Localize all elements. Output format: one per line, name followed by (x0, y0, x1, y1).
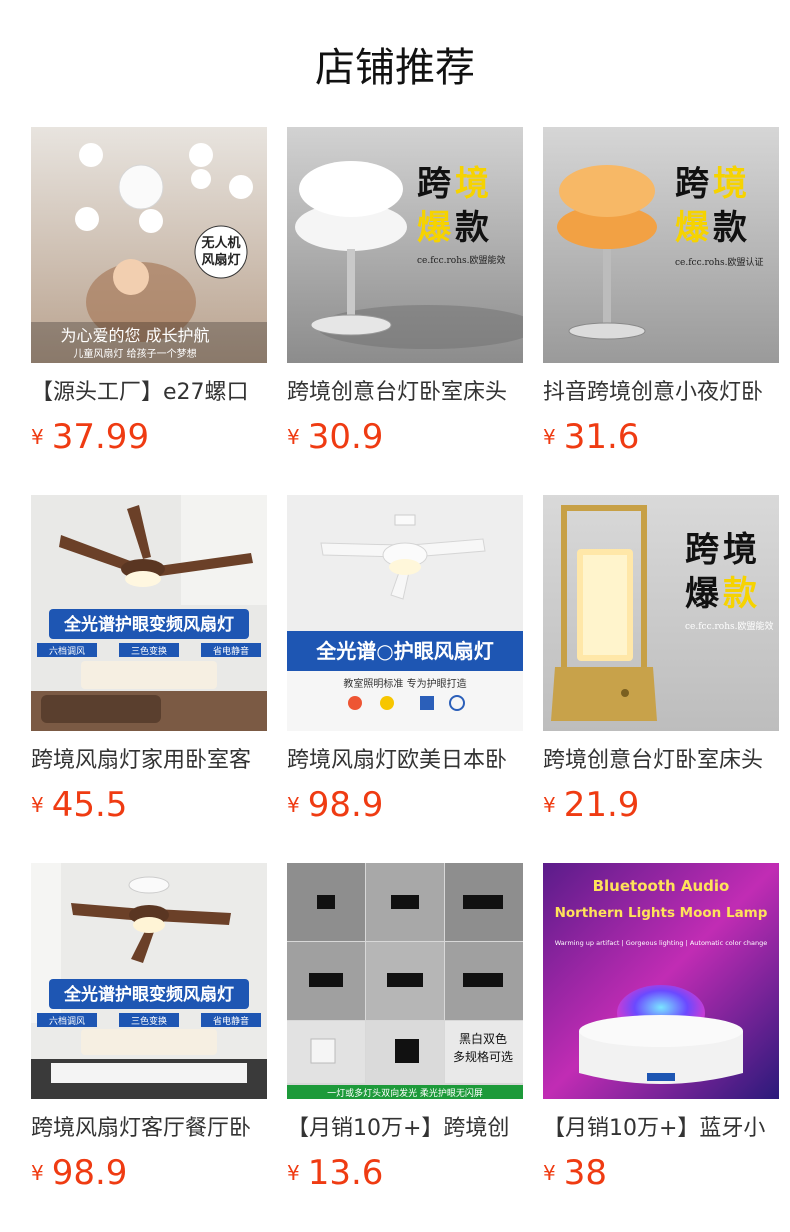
price-amount: 37.99 (51, 417, 150, 457)
svg-text:六档调风: 六档调风 (49, 645, 85, 657)
product-price: ¥31.6 (543, 417, 639, 461)
currency-symbol: ¥ (543, 1161, 556, 1185)
svg-text:ce.fcc.rohs.欧盟认证: ce.fcc.rohs.欧盟认证 (675, 256, 764, 268)
wall-lights-grid-image: 黑白双色 多规格可选 一灯或多灯头双向发光 柔光护眼无闪屏 (287, 863, 523, 1099)
svg-text:三色变换: 三色变换 (131, 1015, 167, 1027)
svg-text:款: 款 (455, 208, 489, 248)
white-table-lamp-image: 跨 境 爆 款 ce.fcc.rohs.欧盟能效 (287, 127, 523, 363)
product-name[interactable]: 【月销10万+】跨境创 (287, 1113, 523, 1145)
svg-text:全光谱护眼变频风扇灯: 全光谱护眼变频风扇灯 (63, 614, 234, 635)
svg-text:为心爱的您 成长护航: 为心爱的您 成长护航 (60, 326, 209, 345)
bedroom-ceiling-fan-image: 全光谱护眼变频风扇灯 六档调风 三色变换 省电静音 (31, 863, 267, 1099)
product-card[interactable]: 跨 境 爆 款 ce.fcc.rohs.欧盟能效 跨境创意台灯卧室床头 ¥30.… (287, 127, 523, 467)
svg-text:多规格可选: 多规格可选 (453, 1049, 513, 1064)
brown-ceiling-fan-image: 全光谱护眼变频风扇灯 六档调风 三色变换 省电静音 (31, 495, 267, 731)
product-card[interactable]: 无人机 风扇灯 为心爱的您 成长护航 儿童风扇灯 给孩子一个梦想 【源头工厂】e… (31, 127, 267, 467)
drone-fan-lamp-image: 无人机 风扇灯 为心爱的您 成长护航 儿童风扇灯 给孩子一个梦想 (31, 127, 267, 363)
product-price: ¥98.9 (31, 1153, 127, 1197)
product-card[interactable]: 全光谱护眼变频风扇灯 六档调风 三色变换 省电静音 跨境风扇灯客厅餐厅卧 ¥98… (31, 863, 267, 1203)
svg-text:三色变换: 三色变换 (131, 645, 167, 657)
product-image[interactable]: 全光谱护眼变频风扇灯 六档调风 三色变换 省电静音 (31, 863, 267, 1099)
svg-text:款: 款 (723, 574, 757, 614)
product-card[interactable]: 全光谱护眼变频风扇灯 六档调风 三色变换 省电静音 跨境风扇灯家用卧室客 ¥45… (31, 495, 267, 835)
product-card[interactable]: 跨 境 爆 款 ce.fcc.rohs.欧盟认证 抖音跨境创意小夜灯卧 ¥31.… (543, 127, 779, 467)
product-card[interactable]: Bluetooth Audio Northern Lights Moon Lam… (543, 863, 779, 1203)
price-amount: 98.9 (307, 785, 384, 825)
svg-text:跨: 跨 (675, 164, 710, 204)
currency-symbol: ¥ (31, 793, 44, 817)
gold-lantern-lamp-image: 跨 境 爆 款 ce.fcc.rohs.欧盟能效 (543, 495, 779, 731)
product-price: ¥13.6 (287, 1153, 383, 1197)
currency-symbol: ¥ (287, 793, 300, 817)
currency-symbol: ¥ (287, 1161, 300, 1185)
svg-text:风扇灯: 风扇灯 (201, 252, 240, 268)
svg-text:ce.fcc.rohs.欧盟能效: ce.fcc.rohs.欧盟能效 (685, 620, 774, 632)
currency-symbol: ¥ (31, 1161, 44, 1185)
svg-text:ce.fcc.rohs.欧盟能效: ce.fcc.rohs.欧盟能效 (417, 254, 506, 266)
orange-table-lamp-image: 跨 境 爆 款 ce.fcc.rohs.欧盟认证 (543, 127, 779, 363)
svg-text:爆: 爆 (685, 574, 720, 614)
product-image[interactable]: Bluetooth Audio Northern Lights Moon Lam… (543, 863, 779, 1099)
product-image[interactable]: 无人机 风扇灯 为心爱的您 成长护航 儿童风扇灯 给孩子一个梦想 (31, 127, 267, 363)
svg-text:爆: 爆 (417, 208, 452, 248)
product-image[interactable]: 黑白双色 多规格可选 一灯或多灯头双向发光 柔光护眼无闪屏 (287, 863, 523, 1099)
svg-text:黑白双色: 黑白双色 (459, 1031, 507, 1046)
page-title: 店铺推荐 (315, 45, 475, 91)
svg-text:境: 境 (713, 164, 747, 204)
currency-symbol: ¥ (31, 425, 44, 449)
product-price: ¥21.9 (543, 785, 639, 829)
product-name[interactable]: 【月销10万+】蓝牙小 (543, 1113, 779, 1145)
price-amount: 45.5 (51, 785, 128, 825)
currency-symbol: ¥ (543, 425, 556, 449)
svg-text:儿童风扇灯 给孩子一个梦想: 儿童风扇灯 给孩子一个梦想 (73, 347, 196, 360)
product-name[interactable]: 【源头工厂】e27螺口 (31, 377, 267, 409)
product-price: ¥38 (543, 1153, 607, 1197)
svg-text:境: 境 (455, 164, 489, 204)
product-price: ¥98.9 (287, 785, 383, 829)
svg-text:款: 款 (713, 208, 747, 248)
white-ceiling-fan-image: 全光谱○护眼风扇灯 教室照明标准 专为护眼打造 (287, 495, 523, 731)
svg-text:全光谱○护眼风扇灯: 全光谱○护眼风扇灯 (315, 639, 493, 663)
product-image[interactable]: 跨 境 爆 款 ce.fcc.rohs.欧盟能效 (287, 127, 523, 363)
svg-text:六档调风: 六档调风 (49, 1015, 85, 1027)
svg-text:跨: 跨 (417, 164, 452, 204)
price-amount: 13.6 (307, 1153, 384, 1193)
product-image[interactable]: 跨 境 爆 款 ce.fcc.rohs.欧盟认证 (543, 127, 779, 363)
product-image[interactable]: 全光谱护眼变频风扇灯 六档调风 三色变换 省电静音 (31, 495, 267, 731)
product-card[interactable]: 全光谱○护眼风扇灯 教室照明标准 专为护眼打造 跨境风扇灯欧美日本卧 ¥98.9 (287, 495, 523, 835)
product-price: ¥30.9 (287, 417, 383, 461)
product-name[interactable]: 跨境创意台灯卧室床头 (543, 745, 779, 777)
svg-text:教室照明标准 专为护眼打造: 教室照明标准 专为护眼打造 (343, 677, 466, 690)
product-image[interactable]: 跨 境 爆 款 ce.fcc.rohs.欧盟能效 (543, 495, 779, 731)
svg-text:跨: 跨 (685, 530, 720, 570)
currency-symbol: ¥ (543, 793, 556, 817)
product-name[interactable]: 跨境风扇灯家用卧室客 (31, 745, 267, 777)
product-image[interactable]: 全光谱○护眼风扇灯 教室照明标准 专为护眼打造 (287, 495, 523, 731)
svg-text:无人机: 无人机 (200, 235, 240, 251)
svg-text:全光谱护眼变频风扇灯: 全光谱护眼变频风扇灯 (63, 984, 234, 1005)
currency-symbol: ¥ (287, 425, 300, 449)
product-card[interactable]: 跨 境 爆 款 ce.fcc.rohs.欧盟能效 跨境创意台灯卧室床头 ¥21.… (543, 495, 779, 835)
svg-text:爆: 爆 (675, 208, 710, 248)
svg-text:Bluetooth Audio: Bluetooth Audio (593, 877, 730, 895)
svg-text:省电静音: 省电静音 (213, 645, 249, 657)
product-name[interactable]: 跨境风扇灯客厅餐厅卧 (31, 1113, 267, 1145)
price-amount: 21.9 (563, 785, 640, 825)
svg-text:境: 境 (723, 530, 757, 570)
product-name[interactable]: 跨境创意台灯卧室床头 (287, 377, 523, 409)
product-card[interactable]: 黑白双色 多规格可选 一灯或多灯头双向发光 柔光护眼无闪屏 【月销10万+】跨境… (287, 863, 523, 1203)
svg-text:省电静音: 省电静音 (213, 1015, 249, 1027)
price-amount: 30.9 (307, 417, 384, 457)
product-name[interactable]: 跨境风扇灯欧美日本卧 (287, 745, 523, 777)
bluetooth-moon-lamp-image: Bluetooth Audio Northern Lights Moon Lam… (543, 863, 779, 1099)
svg-text:一灯或多灯头双向发光 柔光护眼无闪屏: 一灯或多灯头双向发光 柔光护眼无闪屏 (327, 1087, 483, 1099)
price-amount: 31.6 (563, 417, 640, 457)
svg-text:Northern Lights Moon Lamp: Northern Lights Moon Lamp (555, 905, 768, 921)
product-price: ¥45.5 (31, 785, 127, 829)
price-amount: 98.9 (51, 1153, 128, 1193)
product-price: ¥37.99 (31, 417, 149, 461)
price-amount: 38 (563, 1153, 607, 1193)
svg-text:Warming up artifact | Gorgeous: Warming up artifact | Gorgeous lighting … (555, 939, 767, 947)
product-name[interactable]: 抖音跨境创意小夜灯卧 (543, 377, 779, 409)
